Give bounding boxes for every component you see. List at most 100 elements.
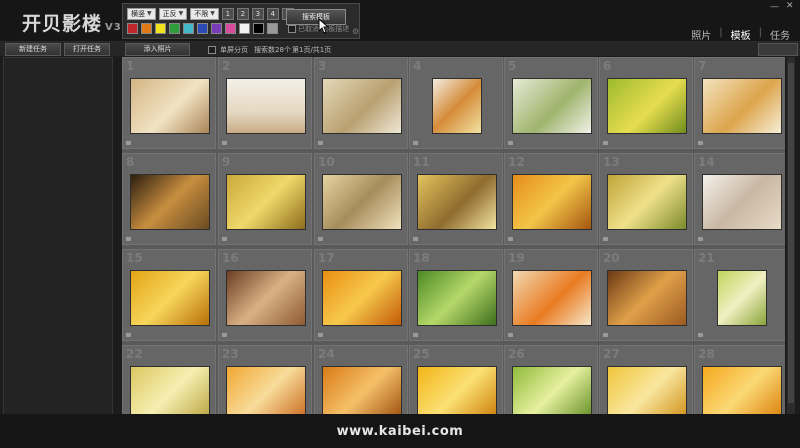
color-swatch[interactable] [183,23,194,34]
template-number: 4 [413,59,422,73]
toolbar: 新建任务 打开任务 添入照片 单屏分页 搜索数28个 第1页/共1页 [0,42,800,56]
color-swatch[interactable] [197,23,208,34]
template-marker-icon [126,141,131,145]
template-marker-icon [413,237,418,241]
template-number: 15 [126,251,143,265]
template-card[interactable]: 4 [409,57,503,149]
template-thumbnail[interactable] [512,366,592,414]
template-marker-icon [603,333,608,337]
template-card[interactable]: 3 [314,57,408,149]
template-thumbnail[interactable] [322,366,402,414]
template-thumbnail[interactable] [130,174,210,230]
page-count-button-4[interactable]: 4 [266,7,279,20]
template-thumbnail[interactable] [226,366,306,414]
template-thumbnail[interactable] [607,270,687,326]
template-card[interactable]: 7 [694,57,785,149]
checkbox[interactable] [288,25,296,33]
template-marker-icon [126,333,131,337]
color-swatch[interactable] [267,23,278,34]
template-card[interactable]: 17 [314,249,408,341]
color-swatch[interactable] [127,23,138,34]
footer-bar: www.kaibei.com [0,414,800,448]
close-icon[interactable]: ✕ [786,1,794,11]
template-card[interactable]: 6 [599,57,693,149]
template-card[interactable]: 26 [504,345,598,414]
template-card[interactable]: 24 [314,345,408,414]
template-thumbnail[interactable] [702,174,782,230]
template-thumbnail[interactable] [322,78,402,134]
search-template-button[interactable]: 搜索模板 [286,9,346,25]
template-thumbnail[interactable] [130,270,210,326]
color-swatch[interactable] [155,23,166,34]
page-count-button-3[interactable]: 3 [251,7,264,20]
color-swatch[interactable] [253,23,264,34]
template-thumbnail[interactable] [417,366,497,414]
template-card[interactable]: 1 [122,57,216,149]
template-thumbnail[interactable] [322,270,402,326]
template-thumbnail[interactable] [226,78,306,134]
nav-photos[interactable]: 照片 [691,27,711,42]
template-thumbnail[interactable] [417,270,497,326]
template-thumbnail[interactable] [702,366,782,414]
checkbox[interactable] [208,46,216,54]
color-swatch[interactable] [211,23,222,34]
template-card[interactable]: 16 [218,249,312,341]
template-card[interactable]: 9 [218,153,312,245]
template-thumbnail[interactable] [226,174,306,230]
template-card[interactable]: 2 [218,57,312,149]
template-card[interactable]: 10 [314,153,408,245]
template-card[interactable]: 23 [218,345,312,414]
template-thumbnail[interactable] [512,270,592,326]
template-thumbnail[interactable] [607,78,687,134]
new-task-button[interactable]: 新建任务 [5,43,61,56]
template-card[interactable]: 8 [122,153,216,245]
nav-templates[interactable]: 模板 [731,27,751,42]
template-thumbnail[interactable] [607,174,687,230]
template-card[interactable]: 28 [694,345,785,414]
template-card[interactable]: 12 [504,153,598,245]
minimize-icon[interactable]: — [770,2,779,12]
template-card[interactable]: 21 [694,249,785,341]
template-thumbnail[interactable] [226,270,306,326]
template-thumbnail[interactable] [130,366,210,414]
color-swatch[interactable] [169,23,180,34]
single-page-option[interactable]: 单屏分页 [208,45,248,55]
orientation-select[interactable]: 横竖 ▼ [127,7,156,20]
template-card[interactable]: 19 [504,249,598,341]
template-thumbnail[interactable] [322,174,402,230]
add-photo-button[interactable]: 添入照片 [125,43,190,56]
template-card[interactable]: 13 [599,153,693,245]
color-swatch[interactable] [239,23,250,34]
template-card[interactable]: 20 [599,249,693,341]
template-number: 26 [508,347,525,361]
template-number: 1 [126,59,135,73]
template-thumbnail[interactable] [607,366,687,414]
template-thumbnail[interactable] [432,78,482,134]
template-thumbnail[interactable] [512,78,592,134]
scrollbar-thumb[interactable] [788,63,794,403]
template-thumbnail[interactable] [512,174,592,230]
template-card[interactable]: 27 [599,345,693,414]
template-card[interactable]: 22 [122,345,216,414]
page-count-button-2[interactable]: 2 [236,7,249,20]
settings-icon[interactable]: ⚙ [352,27,359,36]
template-thumbnail[interactable] [417,174,497,230]
template-number: 25 [413,347,430,361]
template-thumbnail[interactable] [717,270,767,326]
template-card[interactable]: 11 [409,153,503,245]
color-swatch[interactable] [225,23,236,34]
template-card[interactable]: 25 [409,345,503,414]
nav-tasks[interactable]: 任务 [770,27,790,42]
side-select[interactable]: 正反 ▼ [158,7,188,20]
template-card[interactable]: 15 [122,249,216,341]
template-thumbnail[interactable] [702,78,782,134]
page-count-button-1[interactable]: 1 [221,7,234,20]
color-swatch[interactable] [141,23,152,34]
limit-select[interactable]: 不限 ▼ [190,7,219,20]
template-card[interactable]: 5 [504,57,598,149]
open-task-button[interactable]: 打开任务 [64,43,110,56]
template-card[interactable]: 18 [409,249,503,341]
nav-separator: | [758,27,762,38]
template-thumbnail[interactable] [130,78,210,134]
template-card[interactable]: 14 [694,153,785,245]
